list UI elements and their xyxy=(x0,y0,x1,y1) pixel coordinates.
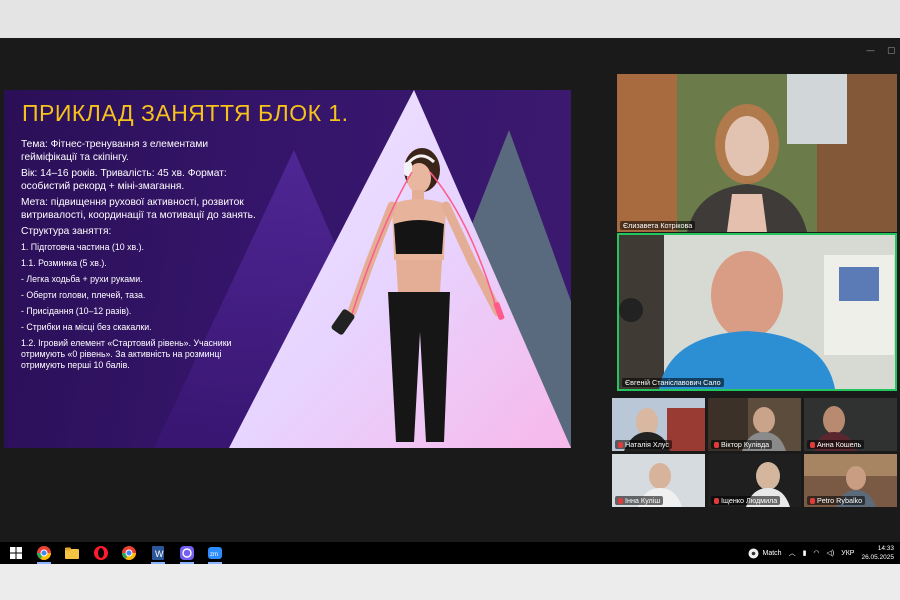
participant-name-label: Анна Кошель xyxy=(807,440,865,449)
slide-body: Тема: Фітнес-тренування з елементами гей… xyxy=(21,138,266,376)
slide-list-item: - Присідання (10–12 разів). xyxy=(21,306,132,316)
participant-video xyxy=(619,235,895,389)
participant-name-label: Іщенко Людмила xyxy=(711,496,781,505)
mic-muted-icon xyxy=(810,497,815,504)
minimize-icon[interactable]: — xyxy=(866,46,875,56)
language-indicator[interactable]: УКР xyxy=(841,550,854,557)
svg-text:W: W xyxy=(155,549,164,559)
participant-name: Наталія Хлус xyxy=(625,440,670,449)
slide-list-item: - Оберти голови, плечей, таза. xyxy=(21,290,146,300)
participant-name: Petro Rybalko xyxy=(817,496,863,505)
shared-slide: ПРИКЛАД ЗАНЯТТЯ БЛОК 1. Тема: Фітнес-тре… xyxy=(4,90,571,448)
video-tile-grid-2[interactable]: Віктор Кулівда xyxy=(708,398,801,451)
viber-icon[interactable] xyxy=(179,545,195,561)
participant-name: Євгеній Станіславович Сало xyxy=(625,378,721,387)
participant-name: Анна Кошель xyxy=(817,440,862,449)
word-icon[interactable]: W xyxy=(150,545,166,561)
chrome-icon[interactable] xyxy=(36,545,52,561)
soccer-ball-icon xyxy=(748,548,758,558)
slide-list-item: 1.1. Розминка (5 хв.). xyxy=(21,258,107,268)
mic-muted-icon xyxy=(714,441,719,448)
file-explorer-icon[interactable] xyxy=(64,545,80,561)
video-tile-participant-2-active-speaker[interactable]: Євгеній Станіславович Сало xyxy=(617,233,897,391)
video-tile-grid-5[interactable]: Іщенко Людмила xyxy=(708,454,801,507)
windows-start-icon[interactable] xyxy=(8,545,24,561)
participant-name: Іщенко Людмила xyxy=(721,496,778,505)
chevron-up-icon[interactable]: ︿ xyxy=(789,548,796,558)
participant-name-label: Наталія Хлус xyxy=(615,440,673,449)
participant-name-label: Petro Rybalko xyxy=(807,496,866,505)
video-tile-grid-3[interactable]: Анна Кошель xyxy=(804,398,897,451)
opera-icon[interactable] xyxy=(93,545,109,561)
slide-paragraph: Структура заняття: xyxy=(21,226,112,237)
mic-muted-icon xyxy=(714,497,719,504)
slide-list-item: 1. Підготовча частина (10 хв.). xyxy=(21,242,144,252)
svg-text:zm: zm xyxy=(210,552,218,558)
video-tile-participant-1[interactable]: Єлизавета Котрікова xyxy=(617,74,897,232)
windows-taskbar: W zm Match ︿ ▮ ◠ ◁) УКР 14:33 26.05.2025 xyxy=(0,542,900,564)
clock-time: 14:33 xyxy=(877,545,894,552)
participant-name: Єлизавета Котрікова xyxy=(623,221,693,230)
wifi-icon[interactable]: ◠ xyxy=(813,549,819,557)
slide-title: ПРИКЛАД ЗАНЯТТЯ БЛОК 1. xyxy=(22,100,349,126)
slide-list-item: 1.2. Ігровий елемент «Стартовий рівень».… xyxy=(21,338,232,370)
slide-paragraph: Вік: 14–16 років. Тривалість: 45 хв. Фор… xyxy=(21,168,227,192)
video-tile-grid-1[interactable]: Наталія Хлус xyxy=(612,398,705,451)
participant-name: Інна Куліш xyxy=(625,496,661,505)
system-tray: Match ︿ ▮ ◠ ◁) УКР 14:33 26.05.2025 xyxy=(748,544,894,562)
screen: — ▢ ПРИКЛАД ЗАНЯТТЯ БЛОК 1. Тема: Фітнес… xyxy=(0,0,900,600)
slide-paragraph: Мета: підвищення рухової активності, роз… xyxy=(21,197,256,221)
video-tile-grid-4[interactable]: Інна Куліш xyxy=(612,454,705,507)
clock-date: 26.05.2025 xyxy=(861,554,894,561)
battery-icon[interactable]: ▮ xyxy=(803,549,807,557)
mic-muted-icon xyxy=(618,497,623,504)
volume-icon[interactable]: ◁) xyxy=(827,549,835,557)
slide-list-item: - Стрибки на місці без скакалки. xyxy=(21,322,152,332)
weather-widget[interactable]: Match xyxy=(748,548,782,559)
maximize-icon[interactable]: ▢ xyxy=(887,46,896,56)
participant-name: Віктор Кулівда xyxy=(721,440,770,449)
mic-muted-icon xyxy=(810,441,815,448)
chrome-icon[interactable] xyxy=(121,545,137,561)
athlete-image xyxy=(331,148,505,442)
zoom-icon[interactable]: zm xyxy=(207,545,223,561)
clock[interactable]: 14:33 26.05.2025 xyxy=(861,544,894,562)
participant-name-label: Віктор Кулівда xyxy=(711,440,773,449)
slide-paragraph: Тема: Фітнес-тренування з елементами гей… xyxy=(21,139,209,163)
participant-name-label: Єлизавета Котрікова xyxy=(620,221,696,230)
mic-muted-icon xyxy=(618,441,623,448)
widget-label: Match xyxy=(762,549,782,557)
participant-name-label: Інна Куліш xyxy=(615,496,664,505)
top-bar xyxy=(0,0,900,38)
slide-list-item: - Легка ходьба + рухи руками. xyxy=(21,274,143,284)
participant-name-label: Євгеній Станіславович Сало xyxy=(622,378,724,387)
participant-video xyxy=(617,74,897,232)
video-tile-grid-6[interactable]: Petro Rybalko xyxy=(804,454,897,507)
bottom-bar xyxy=(0,564,900,600)
